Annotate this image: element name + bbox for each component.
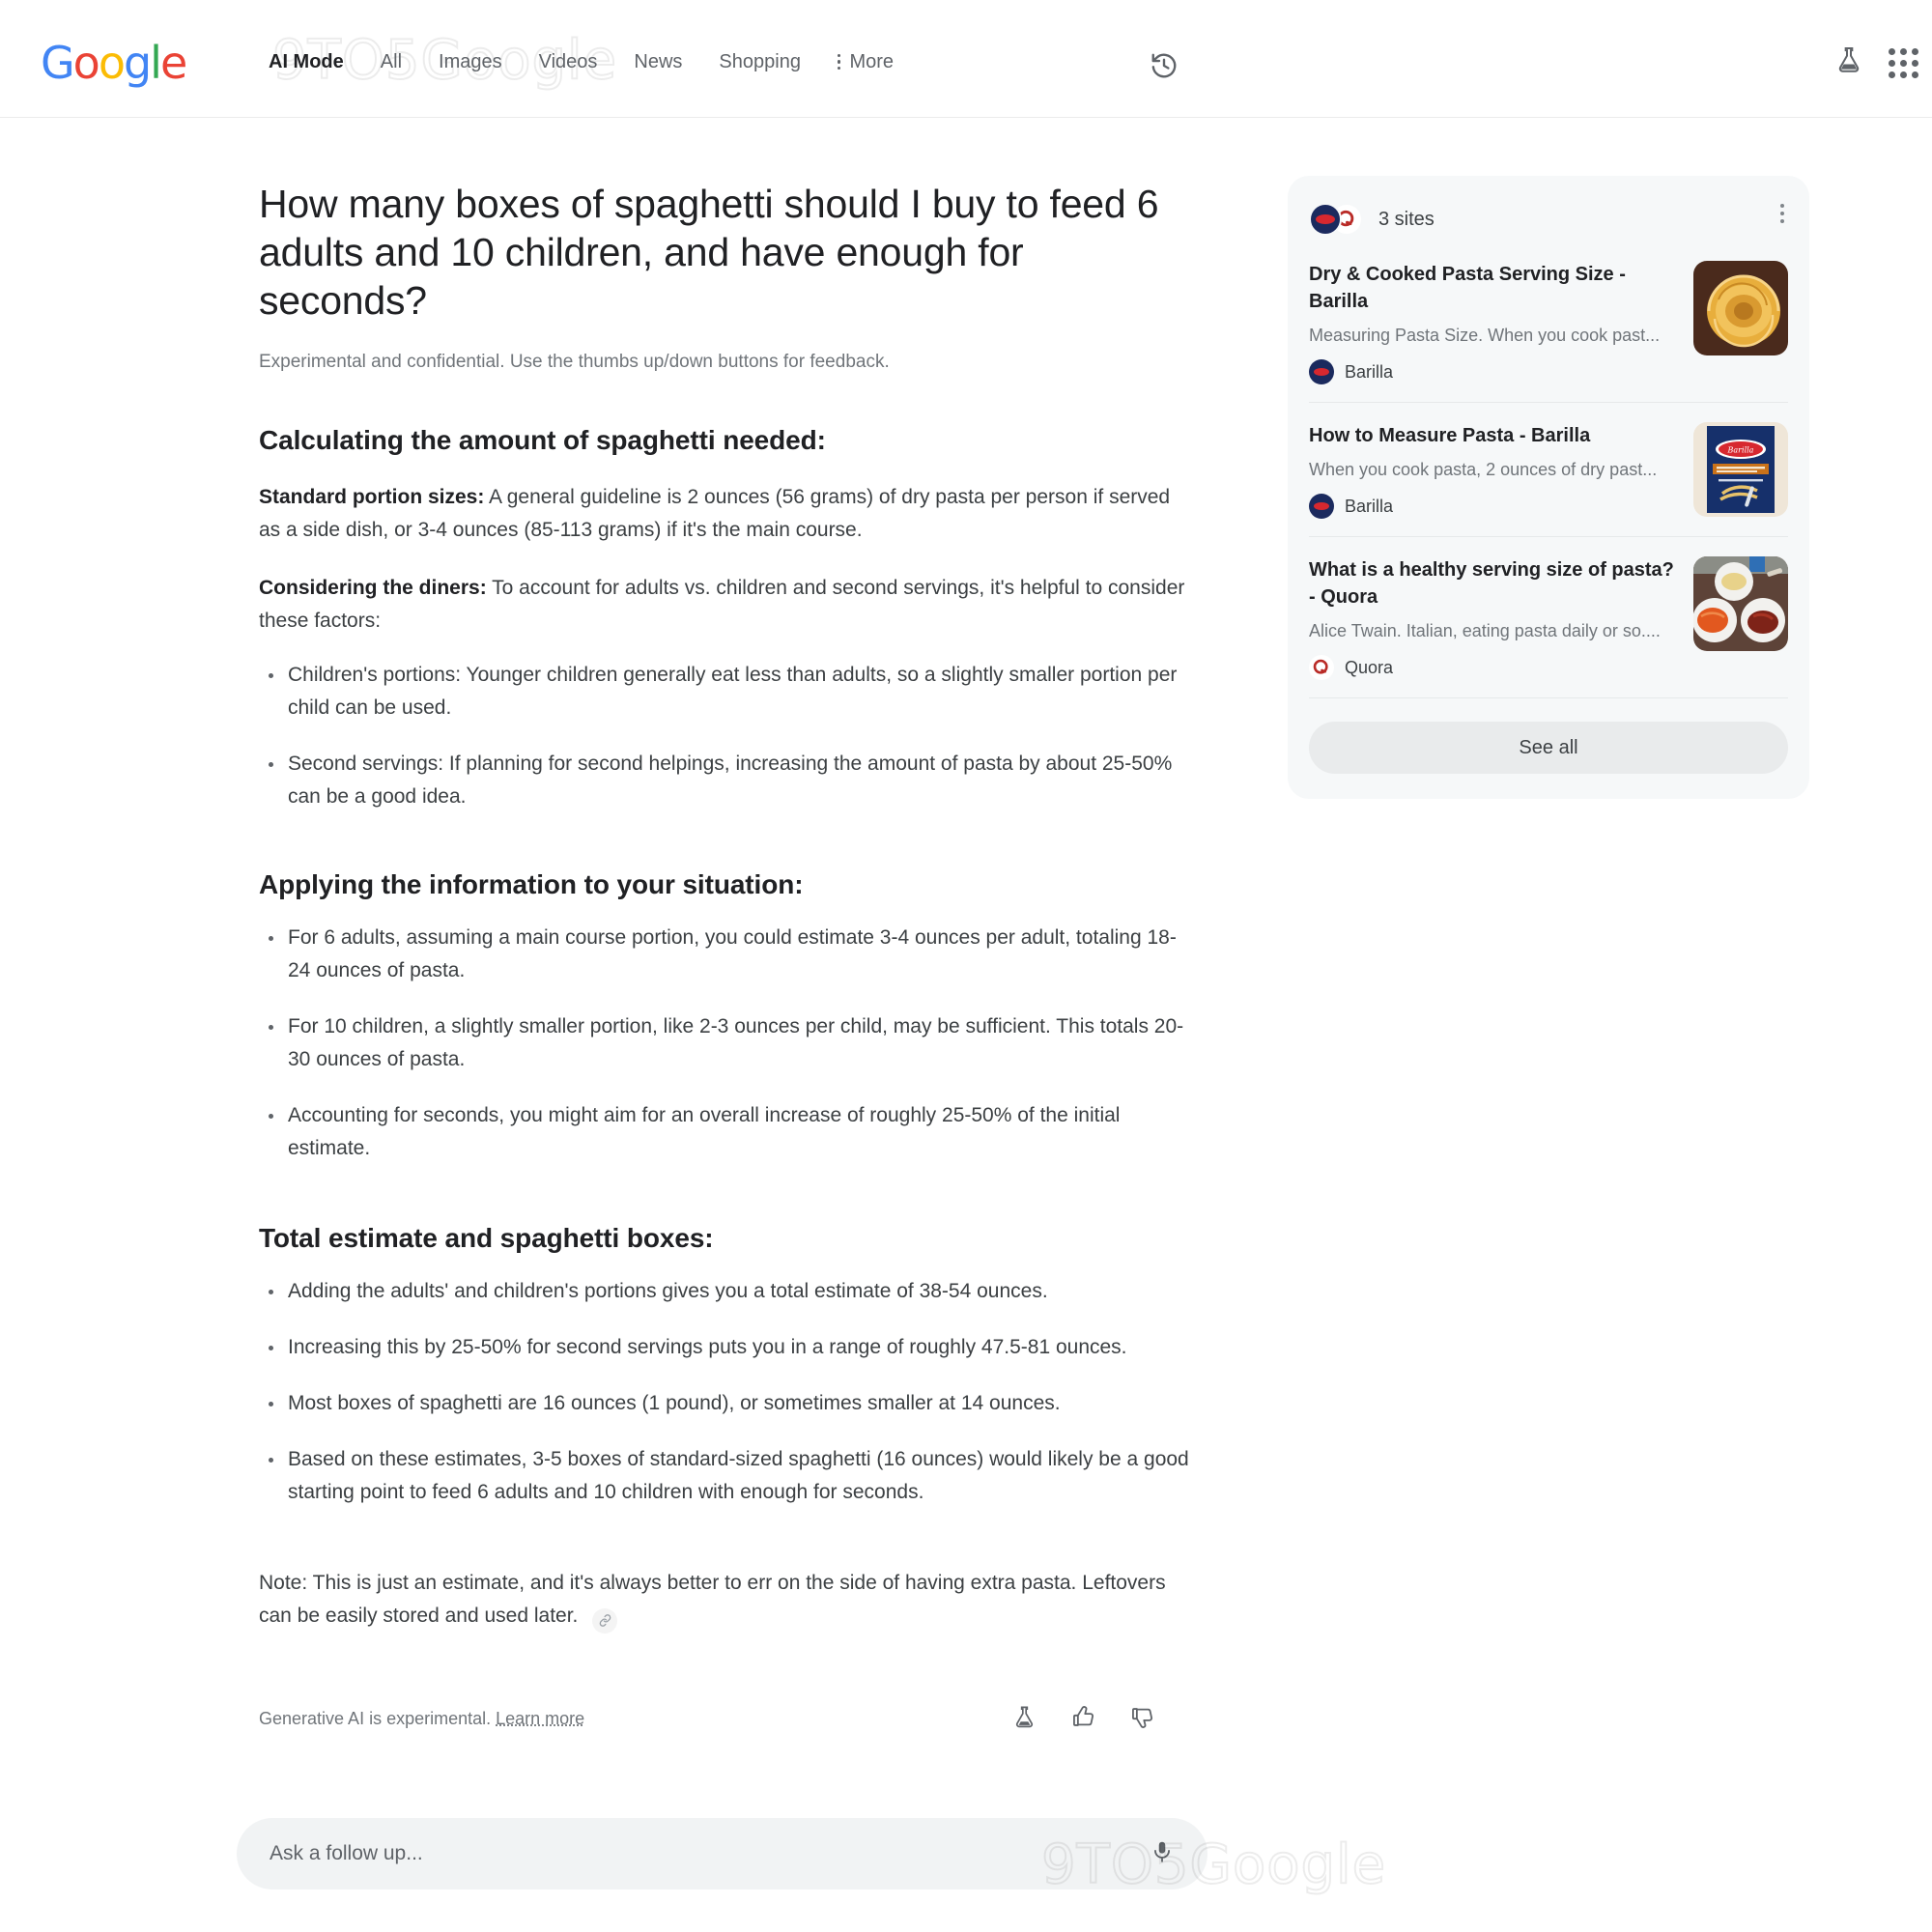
list-item: Children's portions: Younger children ge… bbox=[259, 659, 1191, 724]
source-name: Quora bbox=[1345, 657, 1394, 677]
section-heading-3: Total estimate and spaghetti boxes: bbox=[259, 1223, 714, 1253]
source-favicon-stack bbox=[1309, 203, 1363, 236]
source-text-1: Dry & Cooked Pasta Serving Size - Barill… bbox=[1309, 261, 1676, 384]
list-item: For 6 adults, assuming a main course por… bbox=[259, 922, 1191, 987]
list-item: Second servings: If planning for second … bbox=[259, 748, 1191, 813]
svg-text:Barilla: Barilla bbox=[1727, 446, 1754, 455]
tab-news[interactable]: News bbox=[615, 48, 700, 75]
page-title: How many boxes of spaghetti should I buy… bbox=[259, 182, 1159, 323]
quora-favicon bbox=[1309, 655, 1334, 680]
list-item: For 10 children, a slightly smaller port… bbox=[259, 1010, 1191, 1076]
sources-card: 3 sites Dry & Cooked Pasta Serving Size … bbox=[1288, 176, 1809, 799]
tab-shopping[interactable]: Shopping bbox=[700, 48, 819, 75]
section-2-bullet-list: For 6 adults, assuming a main course por… bbox=[259, 922, 1191, 1165]
google-apps-grid-icon[interactable] bbox=[1889, 48, 1918, 78]
more-vertical-dots-icon bbox=[837, 53, 841, 71]
list-item: Accounting for seconds, you might aim fo… bbox=[259, 1099, 1191, 1165]
logo-letter-e: e bbox=[159, 37, 187, 89]
answer-note: Note: This is just an estimate, and it's… bbox=[259, 1567, 1191, 1634]
para-lead-considering-the-diners: Considering the diners: bbox=[259, 577, 487, 599]
list-item[interactable]: How to Measure Pasta - Barilla When you … bbox=[1309, 403, 1788, 537]
ai-answer-column: How many boxes of spaghetti should I buy… bbox=[259, 180, 1191, 1742]
tab-videos[interactable]: Videos bbox=[521, 48, 616, 75]
list-item: Most boxes of spaghetti are 16 ounces (1… bbox=[259, 1387, 1191, 1420]
generative-ai-notice: Generative AI is experimental. Learn mor… bbox=[259, 1709, 584, 1729]
list-item: Adding the adults' and children's portio… bbox=[259, 1275, 1191, 1308]
google-logo[interactable]: Google bbox=[41, 37, 187, 89]
logo-letter-l: l bbox=[150, 37, 162, 89]
page-header: Google 9TO5Google AI Mode All Images Vid… bbox=[0, 0, 1932, 118]
feedback-icon-group bbox=[1011, 1704, 1191, 1735]
list-item: Based on these estimates, 3-5 boxes of s… bbox=[259, 1443, 1191, 1509]
source-snippet: When you cook pasta, 2 ounces of dry pas… bbox=[1309, 460, 1658, 479]
ai-mode-page: Google 9TO5Google AI Mode All Images Vid… bbox=[0, 0, 1932, 1932]
experimental-disclaimer: Experimental and confidential. Use the t… bbox=[259, 352, 890, 372]
generative-ai-notice-text: Generative AI is experimental. bbox=[259, 1709, 492, 1728]
source-name: Barilla bbox=[1345, 361, 1394, 382]
history-icon[interactable] bbox=[1150, 51, 1179, 85]
learn-more-link[interactable]: Learn more bbox=[496, 1709, 584, 1728]
labs-flask-icon[interactable] bbox=[1833, 44, 1864, 80]
flask-icon[interactable] bbox=[1011, 1704, 1037, 1735]
microphone-icon[interactable] bbox=[1150, 1839, 1175, 1869]
para-lead-standard-portion-sizes: Standard portion sizes: bbox=[259, 486, 485, 508]
see-all-button[interactable]: See all bbox=[1309, 722, 1788, 774]
list-item[interactable]: Dry & Cooked Pasta Serving Size - Barill… bbox=[1309, 242, 1788, 403]
answer-note-text: Note: This is just an estimate, and it's… bbox=[259, 1572, 1166, 1627]
source-snippet: Measuring Pasta Size. When you cook past… bbox=[1309, 326, 1661, 345]
sources-card-header: 3 sites bbox=[1309, 197, 1788, 242]
source-title[interactable]: Dry & Cooked Pasta Serving Size - Barill… bbox=[1309, 261, 1676, 315]
barilla-pasta-box-thumbnail: Barilla bbox=[1693, 422, 1788, 517]
section-heading-2: Applying the information to your situati… bbox=[259, 869, 804, 899]
source-title[interactable]: What is a healthy serving size of pasta?… bbox=[1309, 556, 1676, 611]
source-attribution: Barilla bbox=[1309, 494, 1676, 519]
section-1-bullet-list: Children's portions: Younger children ge… bbox=[259, 659, 1191, 813]
list-item: Increasing this by 25-50% for second ser… bbox=[259, 1331, 1191, 1364]
barilla-favicon bbox=[1309, 494, 1334, 519]
logo-letter-o2: o bbox=[98, 37, 126, 89]
logo-letter-g: g bbox=[123, 37, 152, 89]
source-name: Barilla bbox=[1345, 496, 1394, 516]
logo-letter-G: G bbox=[41, 37, 75, 89]
spaghetti-nest-thumbnail bbox=[1693, 261, 1788, 355]
barilla-favicon bbox=[1309, 203, 1342, 236]
tab-all[interactable]: All bbox=[362, 48, 420, 75]
sites-count-label: 3 sites bbox=[1378, 208, 1435, 230]
tab-more-label: More bbox=[849, 51, 895, 72]
section-1-paragraph-2: Considering the diners: To account for a… bbox=[259, 572, 1191, 638]
follow-up-input[interactable]: Ask a follow up... bbox=[237, 1818, 1208, 1889]
source-attribution: Quora bbox=[1309, 655, 1676, 680]
tab-ai-mode[interactable]: AI Mode bbox=[269, 48, 362, 75]
search-tabs: AI Mode All Images Videos News Shopping … bbox=[269, 48, 912, 75]
thumbs-up-icon[interactable] bbox=[1070, 1704, 1096, 1735]
section-1-paragraph-1: Standard portion sizes: A general guidel… bbox=[259, 481, 1191, 547]
source-attribution: Barilla bbox=[1309, 359, 1676, 384]
source-text-2: How to Measure Pasta - Barilla When you … bbox=[1309, 422, 1676, 519]
list-item[interactable]: What is a healthy serving size of pasta?… bbox=[1309, 537, 1788, 698]
answer-footer: Generative AI is experimental. Learn mor… bbox=[259, 1697, 1191, 1742]
section-heading-1: Calculating the amount of spaghetti need… bbox=[259, 425, 826, 455]
source-snippet: Alice Twain. Italian, eating pasta daily… bbox=[1309, 621, 1661, 640]
barilla-favicon bbox=[1309, 359, 1334, 384]
source-text-3: What is a healthy serving size of pasta?… bbox=[1309, 556, 1676, 680]
section-3-bullet-list: Adding the adults' and children's portio… bbox=[259, 1275, 1191, 1509]
tab-images[interactable]: Images bbox=[420, 48, 521, 75]
logo-letter-o1: o bbox=[72, 37, 100, 89]
follow-up-placeholder: Ask a follow up... bbox=[270, 1842, 423, 1864]
source-title[interactable]: How to Measure Pasta - Barilla bbox=[1309, 422, 1676, 449]
tab-more[interactable]: More bbox=[819, 48, 912, 75]
pasta-plates-thumbnail bbox=[1693, 556, 1788, 651]
link-icon[interactable] bbox=[592, 1607, 618, 1634]
kebab-menu-icon[interactable] bbox=[1780, 204, 1784, 223]
thumbs-down-icon[interactable] bbox=[1129, 1704, 1155, 1735]
